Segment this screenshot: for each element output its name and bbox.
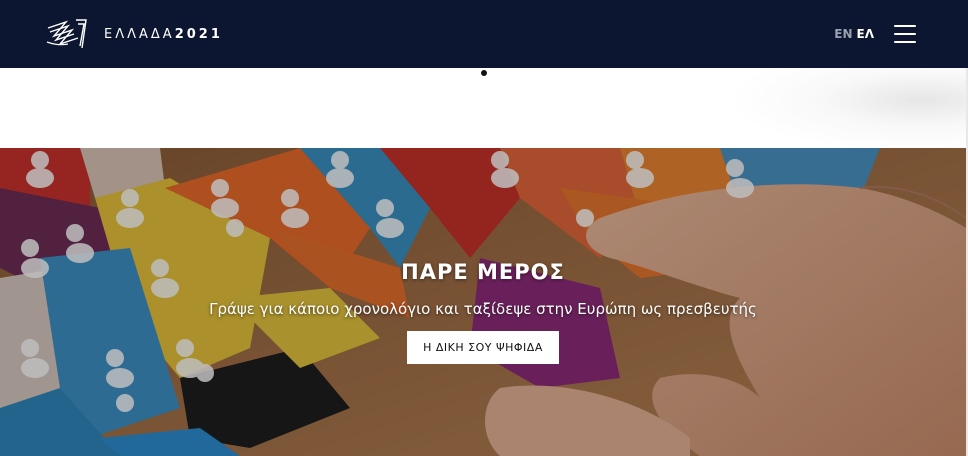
menu-line [894, 25, 916, 27]
brand-logo-link[interactable]: ΕΛΛΑΔΑ2021 [46, 18, 223, 50]
take-part-hero: ΠΑΡΕ ΜΕΡΟΣ Γράψε για κάποιο χρονολόγιο κ… [0, 148, 966, 456]
hamburger-menu-icon[interactable] [894, 25, 916, 43]
header-actions: EN ΕΛ [834, 25, 916, 43]
lang-el-link[interactable]: ΕΛ [857, 27, 874, 41]
site-header: ΕΛΛΑΔΑ2021 EN ΕΛ [0, 0, 968, 68]
greece-2021-logo-icon [46, 19, 87, 49]
hero-content: ΠΑΡΕ ΜΕΡΟΣ Γράψε για κάποιο χρονολόγιο κ… [0, 260, 966, 364]
carousel-area [0, 68, 968, 148]
language-switcher: EN ΕΛ [834, 27, 874, 41]
menu-line [894, 41, 916, 43]
menu-line [894, 33, 916, 35]
carousel-dot[interactable] [481, 70, 487, 76]
hero-title: ΠΑΡΕ ΜΕΡΟΣ [401, 260, 565, 284]
brand-year: 2021 [174, 26, 223, 42]
brand-name: ΕΛΛΑΔΑ [104, 26, 175, 42]
your-tile-button[interactable]: Η ΔΙΚΗ ΣΟΥ ΨΗΦΙΔΑ [407, 331, 559, 364]
hero-subtitle: Γράψε για κάποιο χρονολόγιο και ταξίδεψε… [209, 300, 757, 318]
background-texture [738, 68, 968, 148]
brand-text: ΕΛΛΑΔΑ2021 [104, 27, 223, 42]
lang-en-link[interactable]: EN [834, 27, 852, 41]
